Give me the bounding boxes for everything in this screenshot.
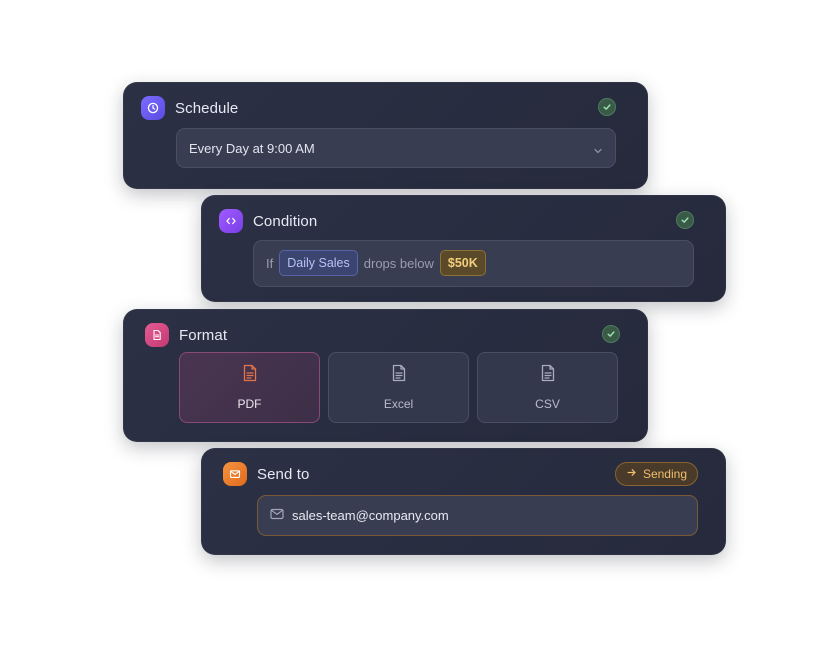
mail-icon [223,462,247,486]
send-to-card[interactable]: Send to Sending sales-team@company.com [201,448,726,555]
format-option-pdf[interactable]: PDF [179,352,320,423]
workflow-canvas: Schedule Every Day at 9:00 AM Condition [0,0,828,650]
schedule-select[interactable]: Every Day at 9:00 AM [176,128,616,168]
recipient-email-field[interactable]: sales-team@company.com [257,495,698,536]
sending-status-badge: Sending [614,462,698,486]
format-option-label: Excel [383,397,414,411]
send-to-title: Send to [257,465,310,483]
schedule-value: Every Day at 9:00 AM [189,141,315,156]
code-icon [219,209,243,233]
schedule-card[interactable]: Schedule Every Day at 9:00 AM [123,82,648,189]
format-option-excel[interactable]: Excel [328,352,469,423]
format-card[interactable]: Format PDF Excel CSV [123,309,648,442]
format-option-label: PDF [237,397,262,411]
csv-file-icon [540,364,556,387]
check-icon [676,211,694,229]
status-label: Sending [642,467,687,481]
schedule-title: Schedule [175,99,239,117]
condition-card[interactable]: Condition If Daily Sales drops below $50… [201,195,726,302]
recipient-email: sales-team@company.com [292,508,449,523]
pdf-file-icon [242,364,258,387]
document-icon [145,323,169,347]
format-header: Format [145,323,227,347]
format-option-csv[interactable]: CSV [477,352,618,423]
check-icon [598,98,616,116]
format-title: Format [179,326,228,344]
chevron-down-icon [593,143,603,161]
email-row: sales-team@company.com [270,508,449,523]
condition-prefix: If [266,255,274,271]
envelope-icon [270,508,284,523]
check-icon [602,325,620,343]
condition-title: Condition [253,212,318,230]
metric-chip[interactable]: Daily Sales [279,250,358,276]
condition-expression[interactable]: If Daily Sales drops below $50K [253,240,694,287]
clock-icon [141,96,165,120]
condition-operator: drops below [363,255,434,271]
condition-row: If Daily Sales drops below $50K [266,250,486,276]
schedule-header: Schedule [141,96,238,120]
condition-header: Condition [219,209,317,233]
threshold-chip[interactable]: $50K [439,250,486,276]
format-option-label: CSV [535,397,560,411]
send-to-header: Send to [223,462,309,486]
excel-file-icon [391,364,407,387]
arrow-right-icon [626,467,637,481]
